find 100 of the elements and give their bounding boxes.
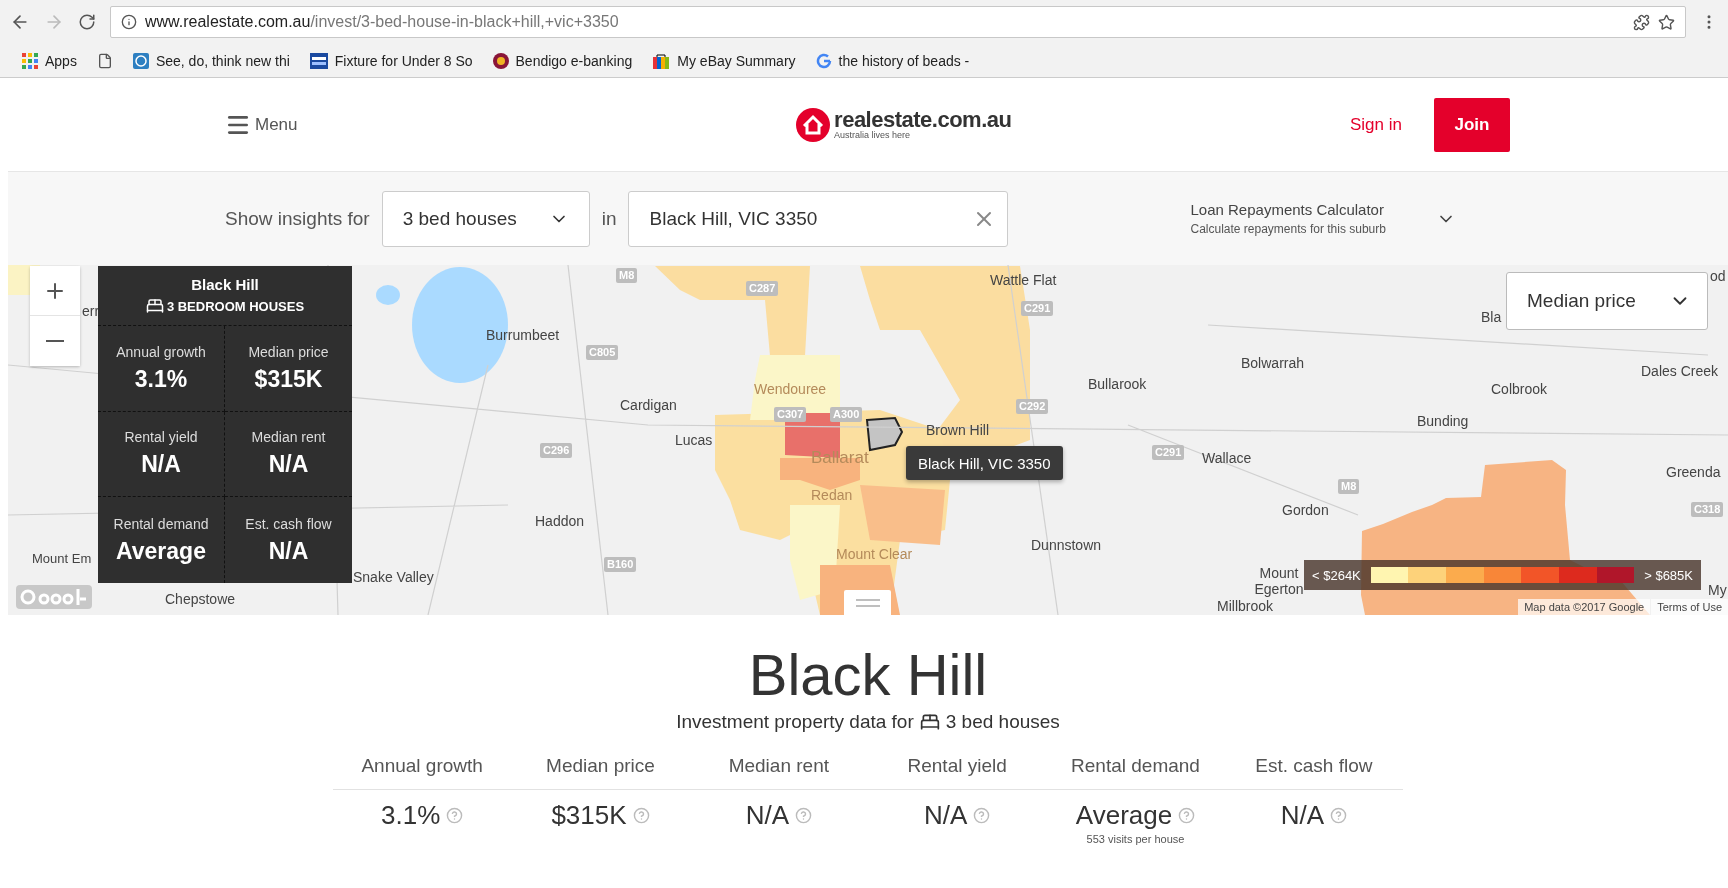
terms-link[interactable]: Terms of Use [1651,599,1728,615]
place-label: Brown Hill [926,422,989,438]
stat-value: Average [1075,800,1173,831]
bookmark-star-icon[interactable] [1658,13,1675,31]
house-logo-icon [796,107,831,142]
logo-wordmark: realestate.com.au [834,109,1012,130]
globe-icon [132,52,149,69]
place-label: Chepstowe [165,591,236,607]
place-label: Mount Egerton [1253,565,1305,597]
stat-value: 3.1% [381,800,441,831]
extension-icon[interactable] [1633,13,1650,31]
stat-label: Annual growth [116,343,206,360]
road-number-label: C296 [540,443,573,458]
stat-value: N/A [141,451,181,479]
bookmark-link[interactable]: the history of beads - [815,52,970,69]
stat-value: 3.1% [134,365,188,393]
place-label: Lucas [675,432,713,448]
road-number-label: C291 [1152,445,1185,460]
filter-label: Show insights for [225,207,370,230]
map-tooltip: Black Hill, VIC 3350 [906,446,1063,480]
zoom-in-button[interactable] [30,266,80,316]
panel-suburb: Black Hill [191,276,259,293]
road-number-label: C292 [1016,399,1049,414]
stat-note: 553 visits per house [1086,833,1185,845]
sign-in-link[interactable]: Sign in [1350,114,1402,135]
stat-value: N/A [924,800,968,831]
help-icon[interactable] [973,807,991,824]
column-header: Rental demand [1046,755,1225,790]
road-number-label: B160 [604,557,637,572]
legend-max: > $685K [1644,567,1693,583]
place-label: Cardigan [620,397,677,413]
legend-min: < $264K [1312,567,1361,583]
place-label: err [82,303,100,319]
bookmark-link[interactable]: Apps [22,52,77,69]
info-icon [121,14,137,30]
place-label: Dunnstown [1031,537,1102,553]
suburb-title: Black Hill [748,643,988,707]
place-label: Millbrook [1217,598,1273,614]
menu-button[interactable]: Menu [225,111,298,138]
stat-value: N/A [745,800,789,831]
sports-logo-icon [309,52,328,69]
stat-value: $315K [254,365,323,393]
stat-value: N/A [268,537,309,565]
bookmark-link[interactable]: Bendigo e-banking [492,52,633,69]
place-label: Haddon [535,513,585,529]
logo-tagline: Australia lives here [834,129,912,140]
drag-handle[interactable] [844,590,891,615]
stat-label: Est. cash flow [245,515,332,532]
help-icon[interactable] [1330,807,1347,824]
place-label: Wendouree [754,381,827,397]
column-header: Est. cash flow [1224,755,1403,790]
stat-value: N/A [1280,800,1324,831]
bookmark-link[interactable]: Fixture for Under 8 So [309,52,473,69]
road-number-label: M8 [616,268,638,283]
bank-logo-icon [492,52,509,69]
place-label: Wallace [1202,450,1252,466]
place-label: Bunding [1417,413,1469,429]
bookmark-link[interactable]: My eBay Summary [652,52,796,69]
address-bar[interactable]: www.realestate.com.au/invest/3-bed-house-in-black+hill,+vic+3350 [110,6,1686,38]
metric-dropdown[interactable]: Median price [1506,272,1708,330]
place-label: Wattle Flat [990,272,1057,288]
property-type-dropdown[interactable]: 3 bed houses [381,190,590,247]
road-number-label: C307 [774,407,807,422]
minus-icon [46,340,64,342]
reload-button[interactable] [78,13,96,31]
apps-grid-icon [22,52,38,69]
bookmark-link[interactable]: See, do, think new thi [132,52,290,69]
road-number-label: C318 [1691,502,1724,517]
shopping-bag-icon [652,52,671,69]
road-number-label: A300 [830,407,863,422]
property-type-text: 3 BEDROOM HOUSES [166,298,305,314]
column-header: Annual growth [333,755,512,790]
location-field[interactable]: Black Hill, VIC 3350 [628,190,1009,247]
stat-value: Average [116,537,206,565]
stat-label: Rental yield [124,429,198,446]
stat-label: Median price [248,343,329,360]
road-number-label: C291 [1021,301,1054,316]
stat-value: $315K [551,800,627,831]
help-icon[interactable] [446,807,464,824]
bed-icon [919,712,940,732]
place-label: Dales Creek [1641,363,1719,379]
place-label: Bolwarrah [1241,355,1305,371]
url-text: www.realestate.com.au/invest/3-bed-house-in-black+hill,+vic+3350 [145,13,620,31]
join-button[interactable]: Join [1434,97,1510,152]
help-icon[interactable] [632,807,650,824]
place-label: Bla [1481,309,1502,325]
column-header: Rental yield [868,755,1047,790]
stat-label: Rental demand [113,515,209,532]
column-header: Median price [511,755,690,790]
road-number-label: C805 [586,345,619,360]
place-label: Burrumbeet [486,327,560,343]
bed-icon [145,297,164,315]
place-label: My [1708,582,1727,598]
loan-calculator-toggle[interactable]: Loan Repayments Calculator Calculate repayments for this suburb [1190,201,1456,236]
google-g-icon [815,52,832,69]
place-label: Colbrook [1491,381,1548,397]
help-icon[interactable] [1178,807,1196,824]
place-label: Redan [811,487,853,503]
filter-connector: in [601,207,617,230]
help-icon[interactable] [795,807,812,824]
